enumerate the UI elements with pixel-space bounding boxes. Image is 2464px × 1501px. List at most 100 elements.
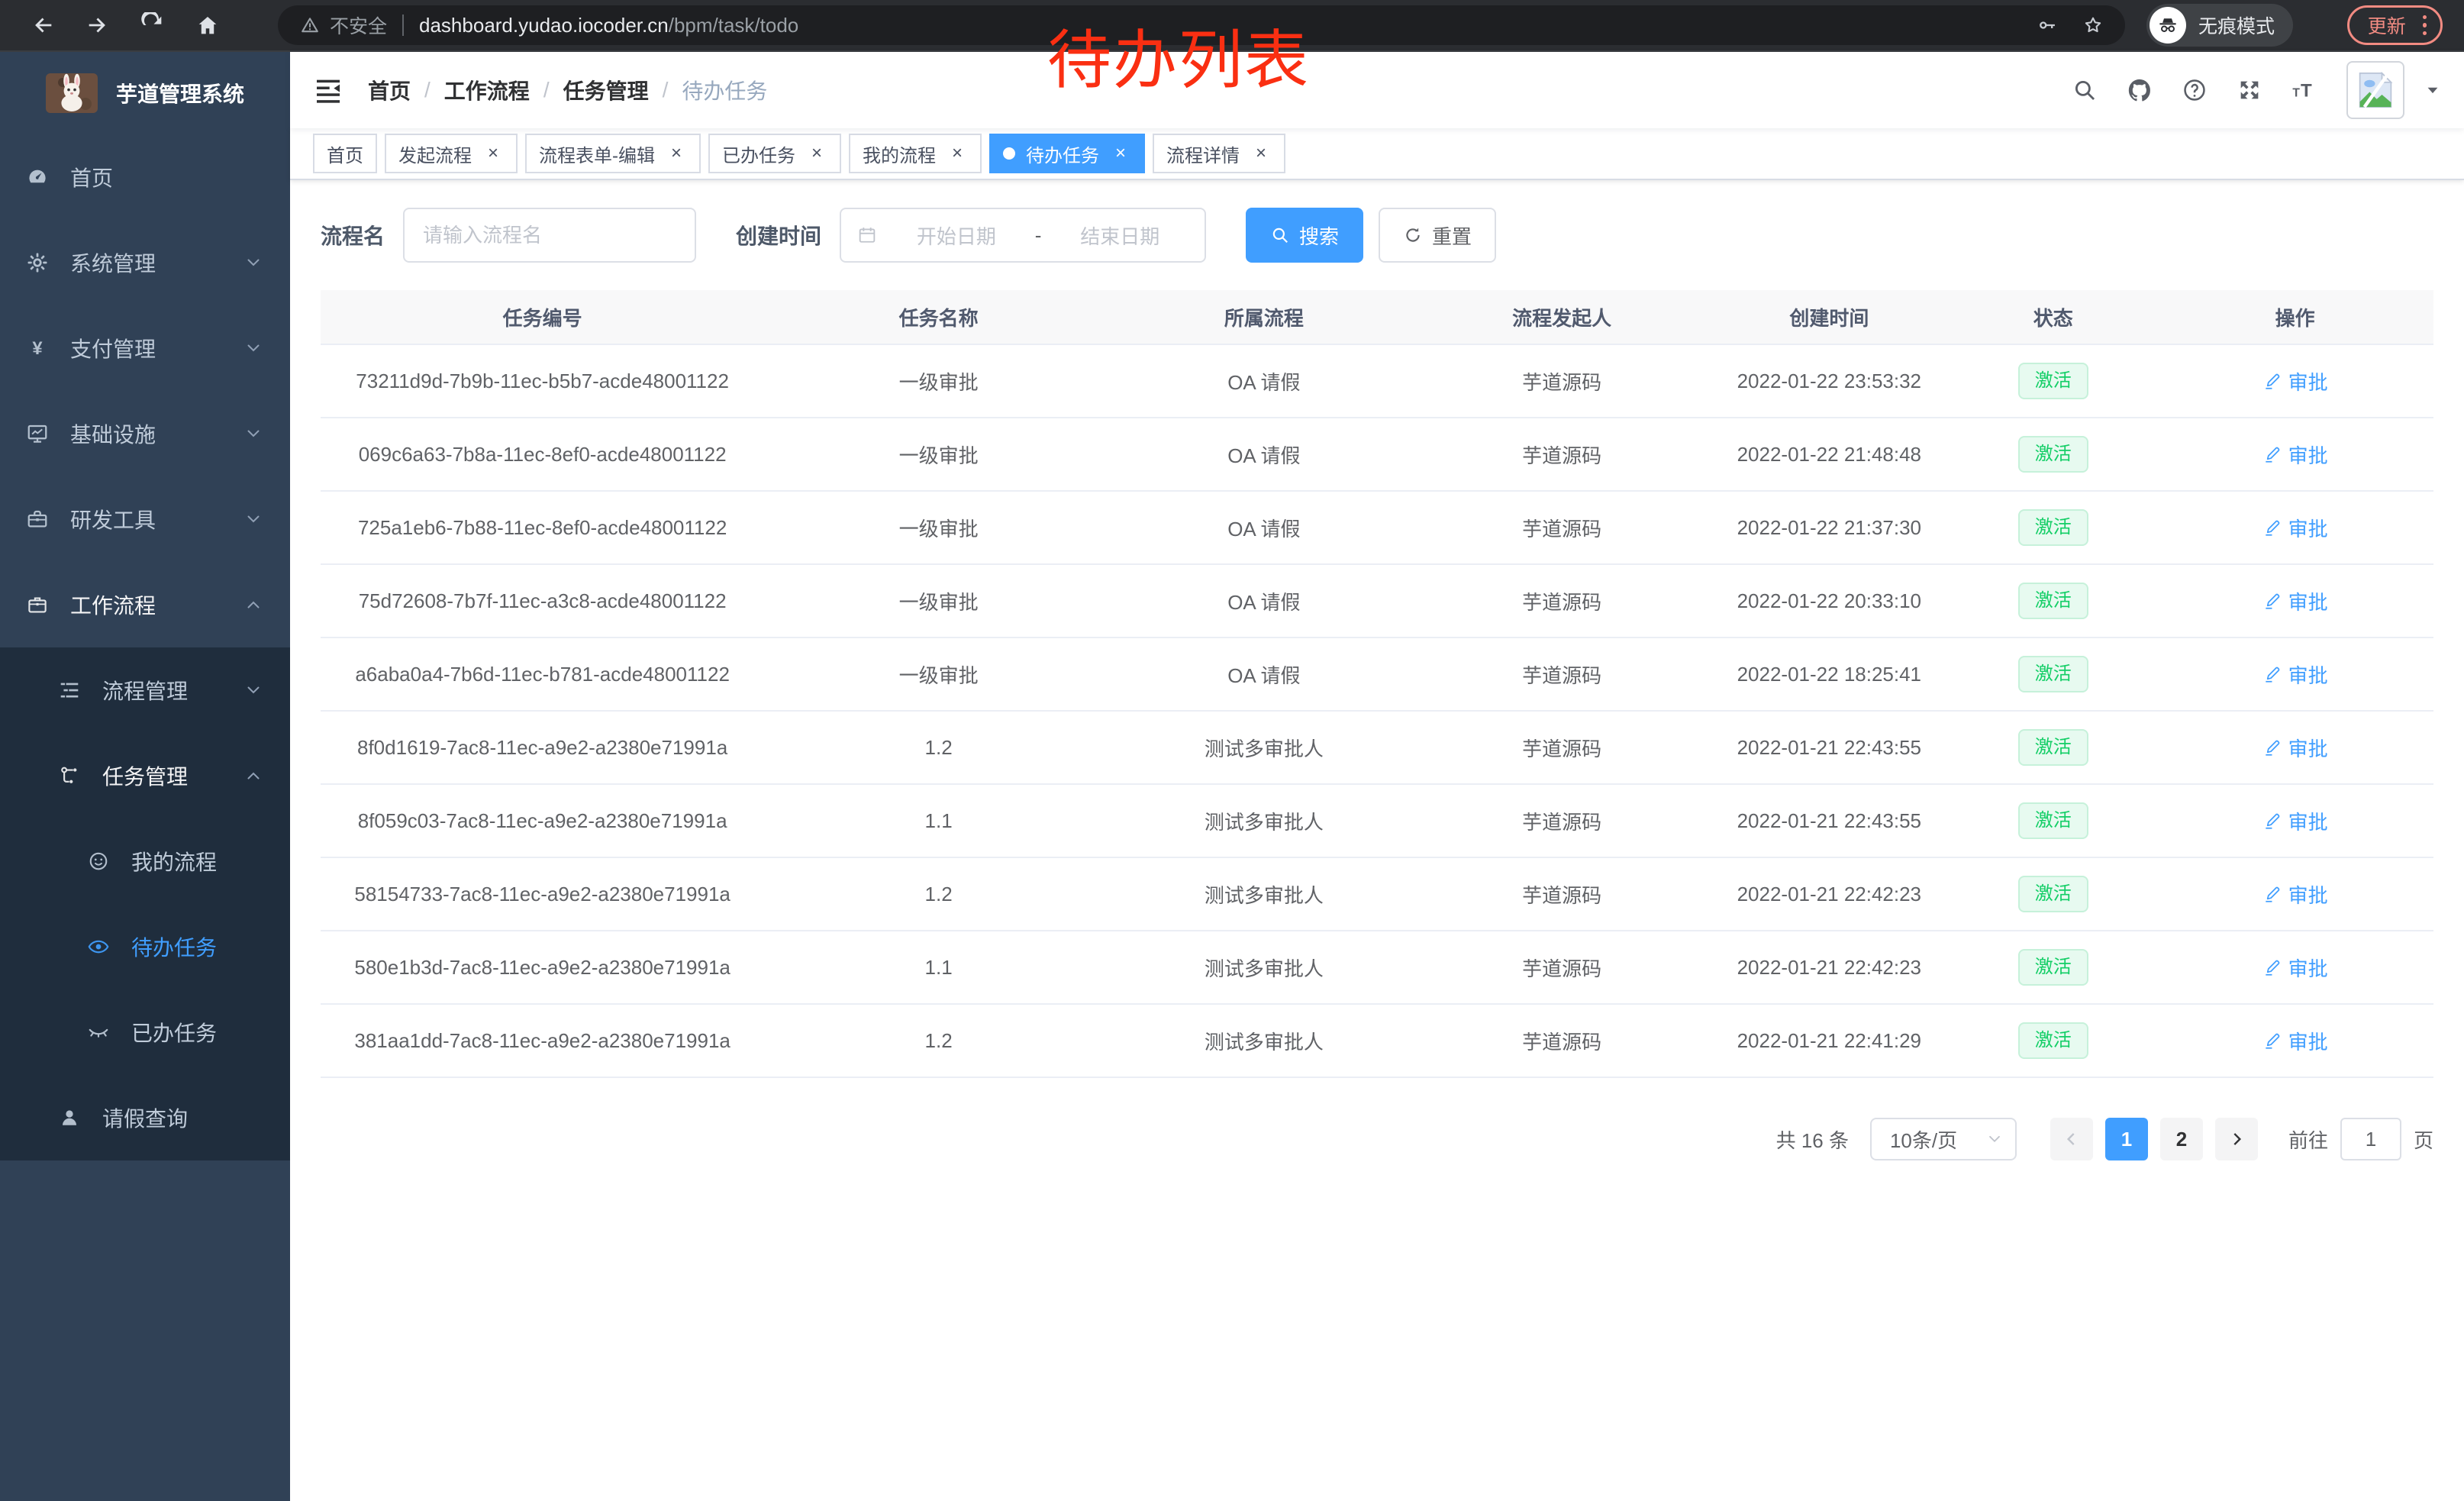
approve-button[interactable]: 审批 — [2262, 734, 2328, 762]
sidebar-item-dev-tools[interactable]: 研发工具 — [0, 476, 290, 562]
tab-close-icon[interactable]: × — [806, 143, 827, 164]
date-range-picker[interactable]: 开始日期 - 结束日期 — [840, 208, 1206, 263]
breadcrumb-item[interactable]: 首页 — [368, 75, 411, 105]
chevron-down-icon — [244, 253, 263, 272]
page-number-2[interactable]: 2 — [2160, 1118, 2203, 1160]
page-number-1[interactable]: 1 — [2105, 1118, 2148, 1160]
reset-button[interactable]: 重置 — [1379, 208, 1496, 263]
search-button[interactable]: 搜索 — [1246, 208, 1363, 263]
tab-close-icon[interactable]: × — [1110, 143, 1131, 164]
avatar-caret-down-icon[interactable] — [2424, 82, 2441, 98]
approve-button[interactable]: 审批 — [2262, 441, 2328, 469]
prev-page-button[interactable] — [2050, 1118, 2093, 1160]
tab-close-icon[interactable]: × — [947, 143, 968, 164]
address-bar[interactable]: 不安全 dashboard.yudao.iocoder.cn /bpm/task… — [278, 5, 2125, 45]
cell-process: OA 请假 — [1113, 441, 1415, 469]
sidebar-item-my-process[interactable]: 我的流程 — [0, 818, 290, 904]
approve-button-label: 审批 — [2288, 441, 2328, 469]
breadcrumb-item[interactable]: 任务管理 — [563, 75, 649, 105]
github-icon[interactable] — [2127, 77, 2153, 103]
tab-发起流程[interactable]: 发起流程× — [385, 134, 518, 173]
fullscreen-icon[interactable] — [2237, 77, 2262, 103]
approve-button[interactable]: 审批 — [2262, 514, 2328, 542]
tab-待办任务[interactable]: 待办任务× — [989, 134, 1145, 173]
cell-task-id: 725a1eb6-7b88-11ec-8ef0-acde48001122 — [321, 516, 764, 540]
browser-back-icon[interactable] — [15, 4, 70, 47]
url-path: /bpm/task/todo — [669, 14, 799, 37]
main-area: 首页/工作流程/任务管理/待办任务 TT 首页发起流程×流程表单-编辑×已办任务… — [290, 52, 2464, 1501]
approve-button[interactable]: 审批 — [2262, 880, 2328, 909]
sidebar-item-label: 系统管理 — [70, 247, 156, 278]
approve-button[interactable]: 审批 — [2262, 954, 2328, 982]
sidebar-item-process-mgmt[interactable]: 流程管理 — [0, 647, 290, 733]
sidebar-item-home[interactable]: 首页 — [0, 134, 290, 220]
breadcrumb-item[interactable]: 工作流程 — [444, 75, 530, 105]
cell-task-name: 一级审批 — [764, 514, 1113, 542]
sidebar-item-workflow[interactable]: 工作流程 — [0, 562, 290, 647]
goto-suffix-label: 页 — [2414, 1125, 2433, 1154]
tab-close-icon[interactable]: × — [482, 143, 504, 164]
cell-task-id: 58154733-7ac8-11ec-a9e2-a2380e71991a — [321, 883, 764, 906]
breadcrumb-item: 待办任务 — [682, 75, 767, 105]
arrow-left-icon — [2062, 1129, 2082, 1149]
sidebar-logo-row[interactable]: 芋道管理系统 — [0, 52, 290, 134]
pagination-total: 共 16 条 — [1776, 1125, 1849, 1154]
header-search-icon[interactable] — [2072, 77, 2098, 103]
approve-button[interactable]: 审批 — [2262, 1027, 2328, 1055]
sidebar-item-infrastructure[interactable]: 基础设施 — [0, 391, 290, 476]
cell-process: OA 请假 — [1113, 660, 1415, 689]
gear-icon — [26, 251, 49, 274]
table-row: 8f059c03-7ac8-11ec-a9e2-a2380e71991a1.1测… — [321, 785, 2433, 858]
approve-button[interactable]: 审批 — [2262, 807, 2328, 835]
chevron-up-icon — [244, 767, 263, 785]
sidebar-item-task-mgmt[interactable]: 任务管理 — [0, 733, 290, 818]
approve-button[interactable]: 审批 — [2262, 367, 2328, 395]
browser-menu-icon[interactable] — [2423, 15, 2427, 35]
browser-forward-icon[interactable] — [70, 4, 125, 47]
font-size-icon[interactable]: TT — [2291, 77, 2317, 103]
approve-button[interactable]: 审批 — [2262, 660, 2328, 689]
browser-reload-icon[interactable] — [125, 4, 180, 47]
tab-流程详情[interactable]: 流程详情× — [1153, 134, 1285, 173]
edit-icon — [2262, 884, 2282, 904]
status-badge: 激活 — [2018, 1022, 2088, 1059]
sidebar-item-payment[interactable]: ¥支付管理 — [0, 305, 290, 391]
process-name-label: 流程名 — [321, 220, 385, 250]
sidebar-menu: 首页系统管理 ¥支付管理基础设施研发工具工作流程流程管理任务管理我的流程待办任务已… — [0, 134, 290, 1501]
status-badge: 激活 — [2018, 729, 2088, 766]
sidebar-item-leave-query[interactable]: 请假查询 — [0, 1075, 290, 1160]
chevron-down-icon — [244, 510, 263, 528]
user-avatar[interactable] — [2346, 61, 2404, 119]
edit-icon — [2262, 957, 2282, 977]
sidebar-toggle-icon[interactable] — [313, 75, 343, 105]
process-name-input[interactable] — [403, 208, 696, 263]
table-header-row: 任务编号任务名称所属流程流程发起人创建时间状态操作 — [321, 290, 2433, 345]
tab-首页[interactable]: 首页 — [313, 134, 377, 173]
cell-actions: 审批 — [2156, 514, 2433, 542]
cell-starter: 芋道源码 — [1415, 1027, 1709, 1055]
cell-status: 激活 — [1950, 436, 2156, 473]
next-page-button[interactable] — [2215, 1118, 2258, 1160]
tab-流程表单-编辑[interactable]: 流程表单-编辑× — [525, 134, 701, 173]
approve-button[interactable]: 审批 — [2262, 587, 2328, 615]
bookmark-star-icon[interactable] — [2082, 15, 2104, 36]
tab-close-icon[interactable]: × — [666, 143, 687, 164]
page-size-select[interactable]: 10条/页 — [1870, 1118, 2017, 1160]
update-button[interactable]: 更新 — [2347, 5, 2443, 45]
password-key-icon[interactable] — [2037, 15, 2058, 36]
goto-page-input[interactable] — [2340, 1118, 2401, 1160]
browser-home-icon[interactable] — [180, 4, 235, 47]
sidebar-item-system[interactable]: 系统管理 — [0, 220, 290, 305]
sidebar-item-todo-tasks[interactable]: 待办任务 — [0, 904, 290, 989]
help-icon[interactable] — [2182, 77, 2208, 103]
sidebar-item-label: 首页 — [70, 162, 113, 192]
column-header: 所属流程 — [1113, 303, 1415, 331]
calendar-icon — [856, 224, 878, 246]
column-header: 状态 — [1950, 303, 2156, 331]
tab-已办任务[interactable]: 已办任务× — [708, 134, 841, 173]
cell-task-name: 一级审批 — [764, 587, 1113, 615]
tab-close-icon[interactable]: × — [1250, 143, 1272, 164]
tab-我的流程[interactable]: 我的流程× — [849, 134, 982, 173]
eye-closed-icon — [87, 1021, 110, 1044]
sidebar-item-done-tasks[interactable]: 已办任务 — [0, 989, 290, 1075]
